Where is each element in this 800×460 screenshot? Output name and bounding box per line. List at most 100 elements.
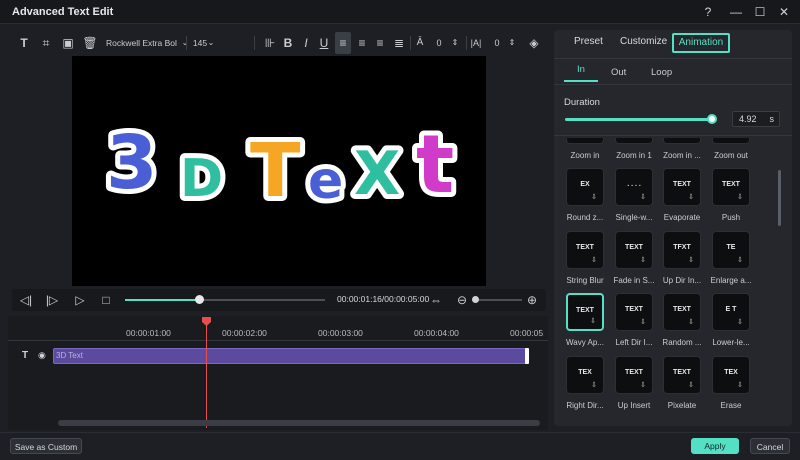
line-spacing-input[interactable]: 0: [490, 32, 504, 54]
player-controls: ◁| |▷ ▷ □ 00:00:01:16/00:00:05:00 ⇔ ⊖ ⊕: [12, 289, 546, 311]
time-tick: 00:00:02:00: [222, 328, 267, 338]
animation-preset[interactable]: E T ⇩: [712, 293, 750, 331]
animation-preset[interactable]: TEXT ⇩: [615, 293, 653, 331]
text-type-icon[interactable]: T: [16, 32, 32, 54]
help-icon[interactable]: ?: [700, 4, 716, 20]
animation-label: Up Insert: [617, 401, 651, 410]
download-icon: ⇩: [688, 382, 694, 389]
tab-animation[interactable]: Animation: [672, 33, 730, 53]
duration-label: Duration: [564, 97, 600, 108]
text-clip[interactable]: 3D Text: [53, 348, 529, 364]
duration-input[interactable]: 4.92 s: [732, 111, 780, 127]
timeline-scrollbar[interactable]: [58, 420, 540, 426]
animation-preset[interactable]: TEXT ⇩: [663, 293, 701, 331]
zoom-knob[interactable]: [472, 296, 479, 303]
progress-knob[interactable]: [195, 295, 204, 304]
animation-thumb-text: TEXT: [673, 369, 691, 376]
animation-label: Single-w...: [615, 213, 653, 222]
animation-preset[interactable]: TEXT ⇩: [712, 168, 750, 206]
download-icon: ⇩: [737, 194, 743, 201]
stepper-icon[interactable]: ⇕: [507, 32, 517, 54]
subtab-in[interactable]: In: [564, 60, 598, 82]
animation-preset[interactable]: TFXT ⇩: [663, 231, 701, 269]
animation-preset[interactable]: TEX ⇩: [566, 356, 604, 394]
animation-preset[interactable]: . . . . ⇩: [615, 168, 653, 206]
maximize-icon[interactable]: ☐: [752, 4, 768, 20]
animation-label: Erase: [720, 401, 742, 410]
download-icon: ⇩: [640, 194, 646, 201]
image-icon[interactable]: ▣: [60, 32, 76, 54]
zoom-in-icon[interactable]: ⊕: [524, 292, 540, 308]
animation-label: String Blur: [566, 276, 604, 285]
save-as-custom-button[interactable]: Save as Custom: [10, 438, 82, 454]
animation-preset[interactable]: EX ⇩: [566, 168, 604, 206]
align-center-icon[interactable]: ≡: [354, 32, 370, 54]
animation-preset[interactable]: TEX ⇩: [712, 356, 750, 394]
download-icon: ⇩: [590, 318, 596, 325]
animation-preset[interactable]: TEXT ⇩: [615, 356, 653, 394]
animation-preset[interactable]: TEXT ⇩: [663, 168, 701, 206]
clip-trim-handle[interactable]: [525, 348, 529, 364]
animation-preset[interactable]: TEXT ⇩: [615, 231, 653, 269]
animation-label: Right Dir...: [566, 401, 604, 410]
zoom-out-icon[interactable]: ⊖: [454, 292, 470, 308]
bold-icon[interactable]: B: [280, 32, 296, 54]
preview-char: t: [416, 118, 454, 211]
animation-label: Push: [721, 213, 741, 222]
video-preview[interactable]: 3 D T e X t: [72, 56, 486, 286]
underline-icon[interactable]: U: [316, 32, 332, 54]
animation-label: Zoom in ...: [663, 151, 701, 160]
time-tick: 00:00:03:00: [318, 328, 363, 338]
align-justify-icon[interactable]: ≣: [391, 32, 407, 54]
animation-thumb-text: TEXT: [576, 244, 594, 251]
fullscreen-icon[interactable]: ⇔: [428, 292, 444, 308]
line-spacing-icon: |A|: [470, 38, 482, 48]
animation-preset[interactable]: TEXT ⇩: [663, 356, 701, 394]
align-right-icon[interactable]: ≡: [372, 32, 388, 54]
tab-customize[interactable]: Customize: [620, 36, 667, 47]
apply-button[interactable]: Apply: [691, 438, 739, 454]
layers-icon[interactable]: ◈: [526, 32, 542, 54]
next-frame-icon[interactable]: |▷: [44, 292, 60, 308]
prev-frame-icon[interactable]: ◁|: [18, 292, 34, 308]
animation-preset[interactable]: TE ⇩: [712, 231, 750, 269]
animation-label: Left Dir I...: [615, 338, 653, 347]
progress-fill: [125, 299, 199, 301]
divider: [554, 84, 792, 85]
timeline[interactable]: 00:00:01:00 00:00:02:00 00:00:03:00 00:0…: [8, 316, 548, 430]
animation-thumb[interactable]: [615, 138, 653, 144]
animation-thumb[interactable]: [566, 138, 604, 144]
text-toolbar: T ⌗ ▣ 🗑 Rockwell Extra Bol ⌄ 145 ⌄ ⊪ B I…: [10, 32, 546, 54]
zoom-slider[interactable]: [472, 299, 522, 301]
duration-knob[interactable]: [707, 114, 717, 124]
playhead[interactable]: [206, 318, 207, 428]
subtab-loop[interactable]: Loop: [651, 67, 672, 78]
eye-icon[interactable]: ◉: [38, 350, 46, 361]
text-transform-icon[interactable]: ⌗: [38, 32, 54, 54]
close-icon[interactable]: ✕: [776, 4, 792, 20]
animation-thumb[interactable]: [712, 138, 750, 144]
stepper-icon[interactable]: ⇕: [450, 32, 460, 54]
animation-preset[interactable]: TEXT ⇩: [566, 231, 604, 269]
stop-icon[interactable]: □: [98, 292, 114, 308]
font-select[interactable]: Rockwell Extra Bol: [106, 32, 182, 54]
italic-icon[interactable]: I: [298, 32, 314, 54]
char-spacing-input[interactable]: 0: [432, 32, 446, 54]
animation-label: Evaporate: [663, 213, 701, 222]
preview-char: e: [308, 151, 343, 211]
align-left-icon[interactable]: ≡: [335, 32, 351, 54]
minimize-icon[interactable]: —: [728, 4, 744, 20]
play-icon[interactable]: ▷: [72, 292, 88, 308]
animation-thumb[interactable]: [663, 138, 701, 144]
subtab-out[interactable]: Out: [611, 67, 626, 78]
preview-text-art: 3 D T e X t: [101, 113, 459, 219]
columns-icon[interactable]: ⊪: [262, 32, 278, 54]
download-icon: ⇩: [688, 257, 694, 264]
window-title: Advanced Text Edit: [12, 6, 114, 18]
animation-preset[interactable]: TEXT ⇩: [566, 293, 604, 331]
download-icon: ⇩: [591, 257, 597, 264]
tab-preset[interactable]: Preset: [574, 36, 603, 47]
delete-icon[interactable]: 🗑: [82, 32, 98, 54]
panel-scrollbar[interactable]: [778, 170, 781, 226]
cancel-button[interactable]: Cancel: [750, 438, 790, 454]
